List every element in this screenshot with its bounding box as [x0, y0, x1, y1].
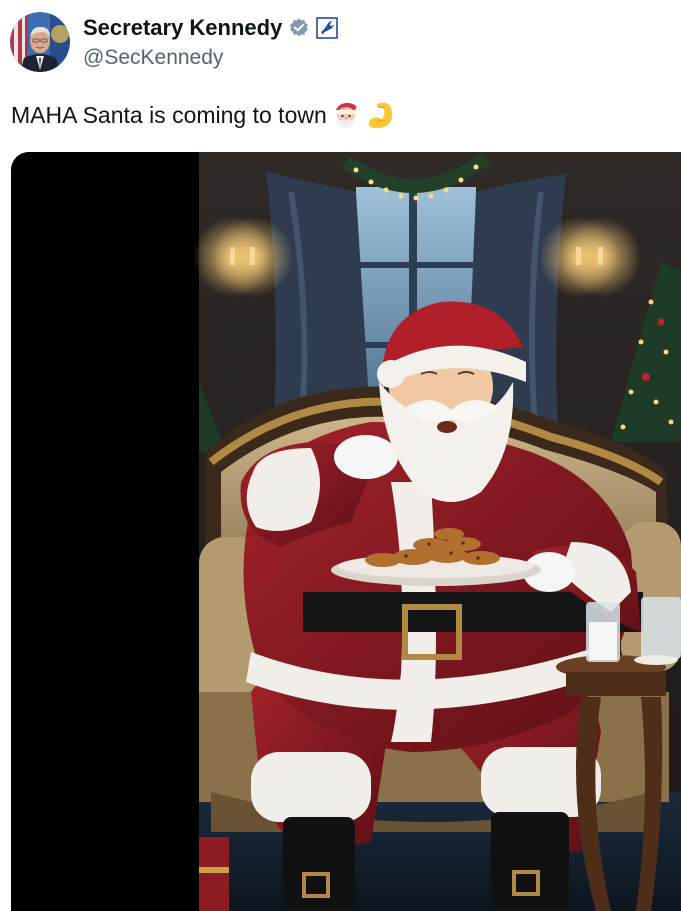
- verified-badge-icon[interactable]: [288, 17, 310, 39]
- flexed-biceps-emoji-icon: [365, 100, 395, 130]
- author-name-row: Secretary Kennedy: [83, 14, 339, 42]
- hhs-affiliate-badge-icon[interactable]: [316, 17, 339, 39]
- avatar[interactable]: [10, 12, 70, 72]
- author-handle[interactable]: @SecKennedy: [83, 45, 223, 71]
- tweet-media-video[interactable]: [11, 152, 681, 911]
- santa-emoji-icon: [331, 100, 361, 130]
- tweet-text: MAHA Santa is coming to town: [11, 102, 327, 128]
- author-display-name[interactable]: Secretary Kennedy: [83, 14, 282, 42]
- tweet: Secretary Kennedy @SecKennedy MAHA Santa…: [0, 0, 681, 911]
- tweet-text-row: MAHA Santa is coming to town: [11, 100, 395, 130]
- santa-eating-cookies-image: [11, 152, 681, 911]
- avatar-image: [10, 12, 70, 72]
